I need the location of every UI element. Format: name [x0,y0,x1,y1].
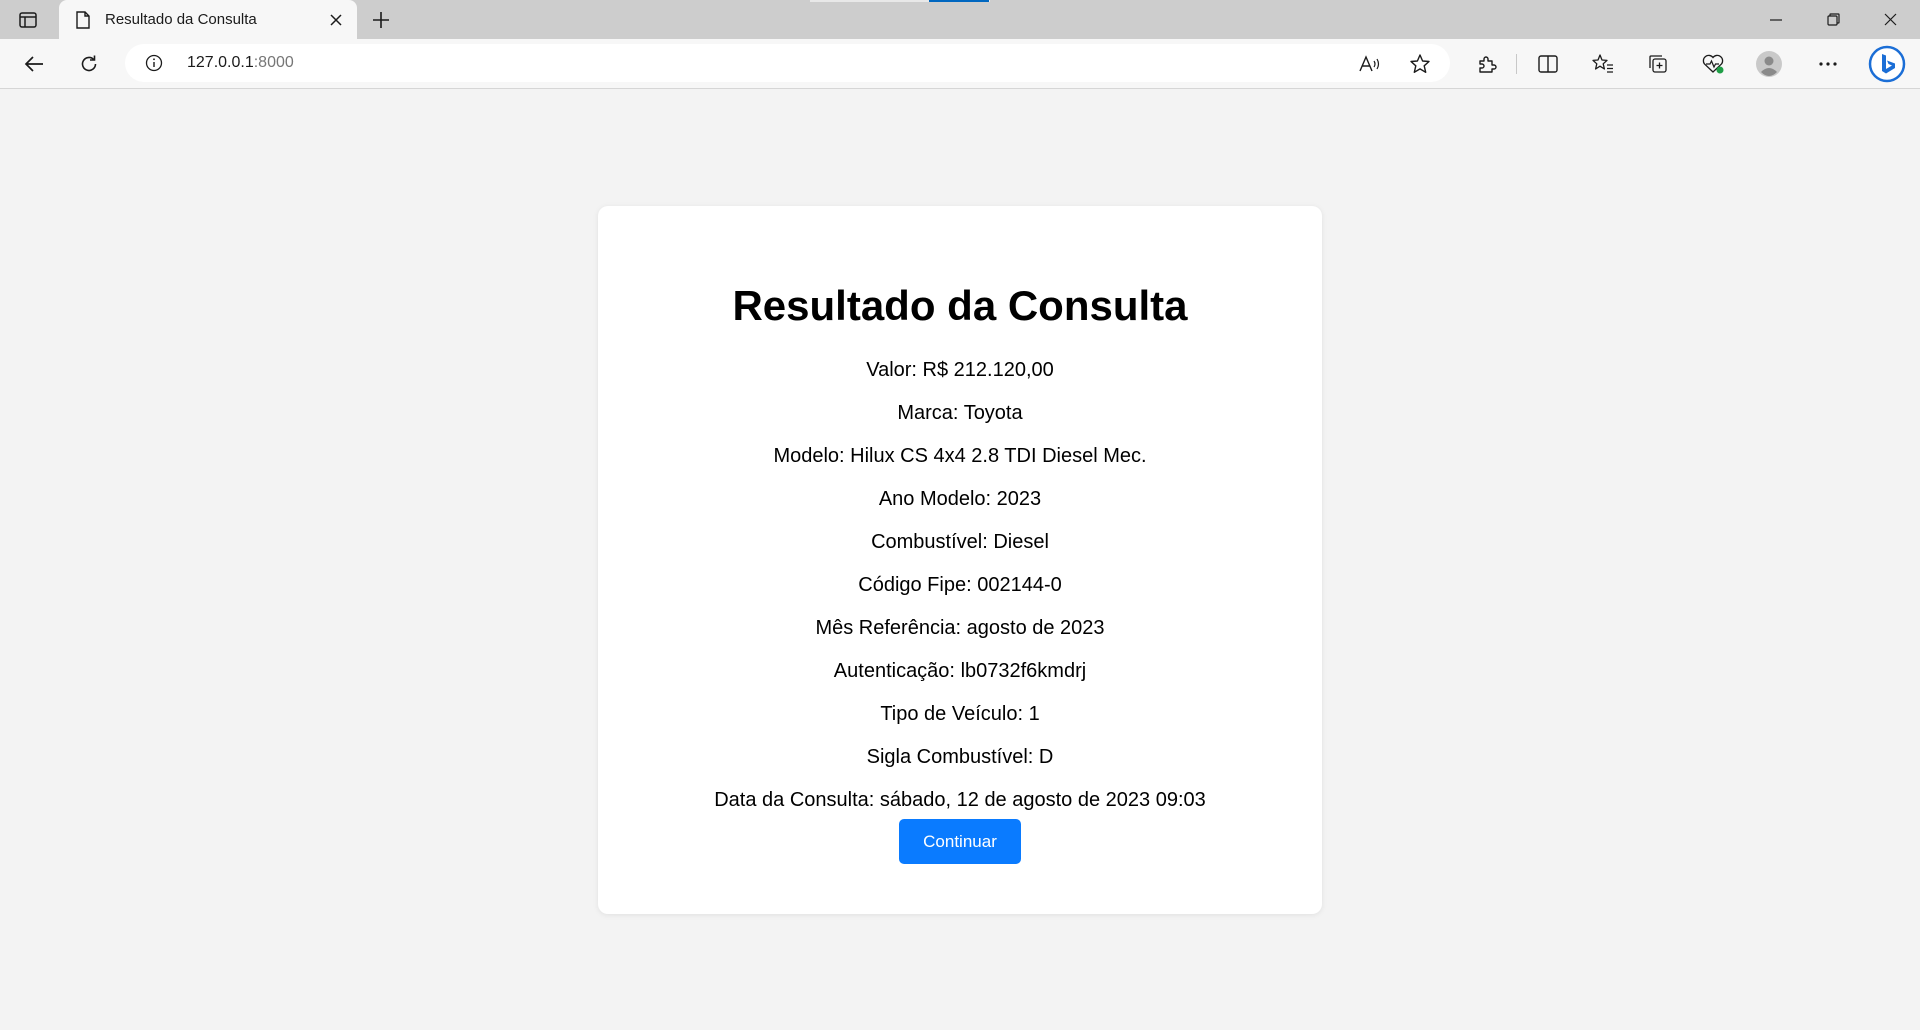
field-label: Marca: [897,402,959,424]
field-mes-referencia: Mês Referência: agosto de 2023 [598,617,1322,640]
field-autenticacao: Autenticação: lb0732f6kmdrj [598,660,1322,683]
field-value: Diesel [993,531,1049,553]
restore-icon[interactable] [1805,0,1861,39]
collections-icon[interactable] [1643,49,1673,79]
url-text: 127.0.0.1:8000 [187,54,294,72]
field-value: R$ 212.120,00 [922,359,1054,381]
page-title: Resultado da Consulta [732,282,1188,329]
field-value: 002144-0 [977,574,1062,596]
url-host: 127.0.0.1 [187,54,254,71]
refresh-icon[interactable] [74,49,104,79]
field-sigla-combustivel: Sigla Combustível: D [598,746,1322,769]
result-card: Resultado da Consulta Valor: R$ 212.120,… [598,206,1322,914]
field-value: agosto de 2023 [966,617,1105,639]
field-label: Combustível: [871,531,988,553]
more-menu-icon[interactable] [1813,49,1843,79]
close-tab-icon[interactable] [325,9,347,31]
field-tipo-veiculo: Tipo de Veículo: 1 [598,703,1322,726]
strip-accent [929,0,989,2]
read-aloud-icon[interactable] [1357,51,1383,77]
toolbar-divider [1516,54,1517,74]
browser-essentials-icon[interactable] [1698,49,1728,79]
field-label: Valor: [866,359,917,381]
field-data-consulta: Data da Consulta: sábado, 12 de agosto d… [598,789,1322,812]
field-value: Toyota [963,402,1023,424]
field-modelo: Modelo: Hilux CS 4x4 2.8 TDI Diesel Mec. [598,445,1322,468]
field-valor: Valor: R$ 212.120,00 [598,359,1322,382]
field-label: Data da Consulta: [714,789,875,811]
field-label: Tipo de Veículo: [880,703,1023,725]
new-tab-icon[interactable] [368,7,394,33]
field-value: Hilux CS 4x4 2.8 TDI Diesel Mec. [850,445,1147,467]
field-ano-modelo: Ano Modelo: 2023 [598,488,1322,511]
field-value: 2023 [996,488,1042,510]
bing-copilot-icon[interactable] [1868,45,1906,83]
back-arrow-icon[interactable] [19,49,49,79]
favorites-icon[interactable] [1588,49,1618,79]
url-port: :8000 [253,54,294,71]
page-icon [75,11,91,29]
field-combustivel: Combustível: Diesel [598,531,1322,554]
favorite-star-icon[interactable] [1407,51,1433,77]
page-content: Resultado da Consulta Valor: R$ 212.120,… [0,89,1920,1030]
field-label: Modelo: [773,445,845,467]
field-codigo-fipe: Código Fipe: 002144-0 [598,574,1322,597]
continue-button[interactable]: Continuar [899,819,1021,864]
profile-avatar-icon[interactable] [1754,49,1784,79]
field-value: lb0732f6kmdrj [960,660,1087,682]
browser-toolbar: 127.0.0.1:8000 [0,39,1920,89]
minimize-icon[interactable] [1748,0,1804,39]
field-label: Sigla Combustível: [866,746,1034,768]
field-label: Código Fipe: [858,574,972,596]
field-label: Mês Referência: [815,617,962,639]
close-window-icon[interactable] [1862,0,1918,39]
split-screen-icon[interactable] [1533,49,1563,79]
field-label: Ano Modelo: [878,488,992,510]
tab-title: Resultado da Consulta [105,11,257,28]
tab-strip: Resultado da Consulta [0,0,1920,39]
extensions-icon[interactable] [1472,49,1502,79]
field-value: sábado, 12 de agosto de 2023 09:03 [879,789,1206,811]
address-bar[interactable]: 127.0.0.1:8000 [125,44,1450,82]
info-icon[interactable] [145,54,163,72]
tab-actions-icon[interactable] [14,8,42,32]
field-value: 1 [1028,703,1040,725]
browser-tab[interactable]: Resultado da Consulta [59,0,357,39]
field-value: D [1038,746,1054,768]
field-label: Autenticação: [833,660,955,682]
field-marca: Marca: Toyota [598,402,1322,425]
